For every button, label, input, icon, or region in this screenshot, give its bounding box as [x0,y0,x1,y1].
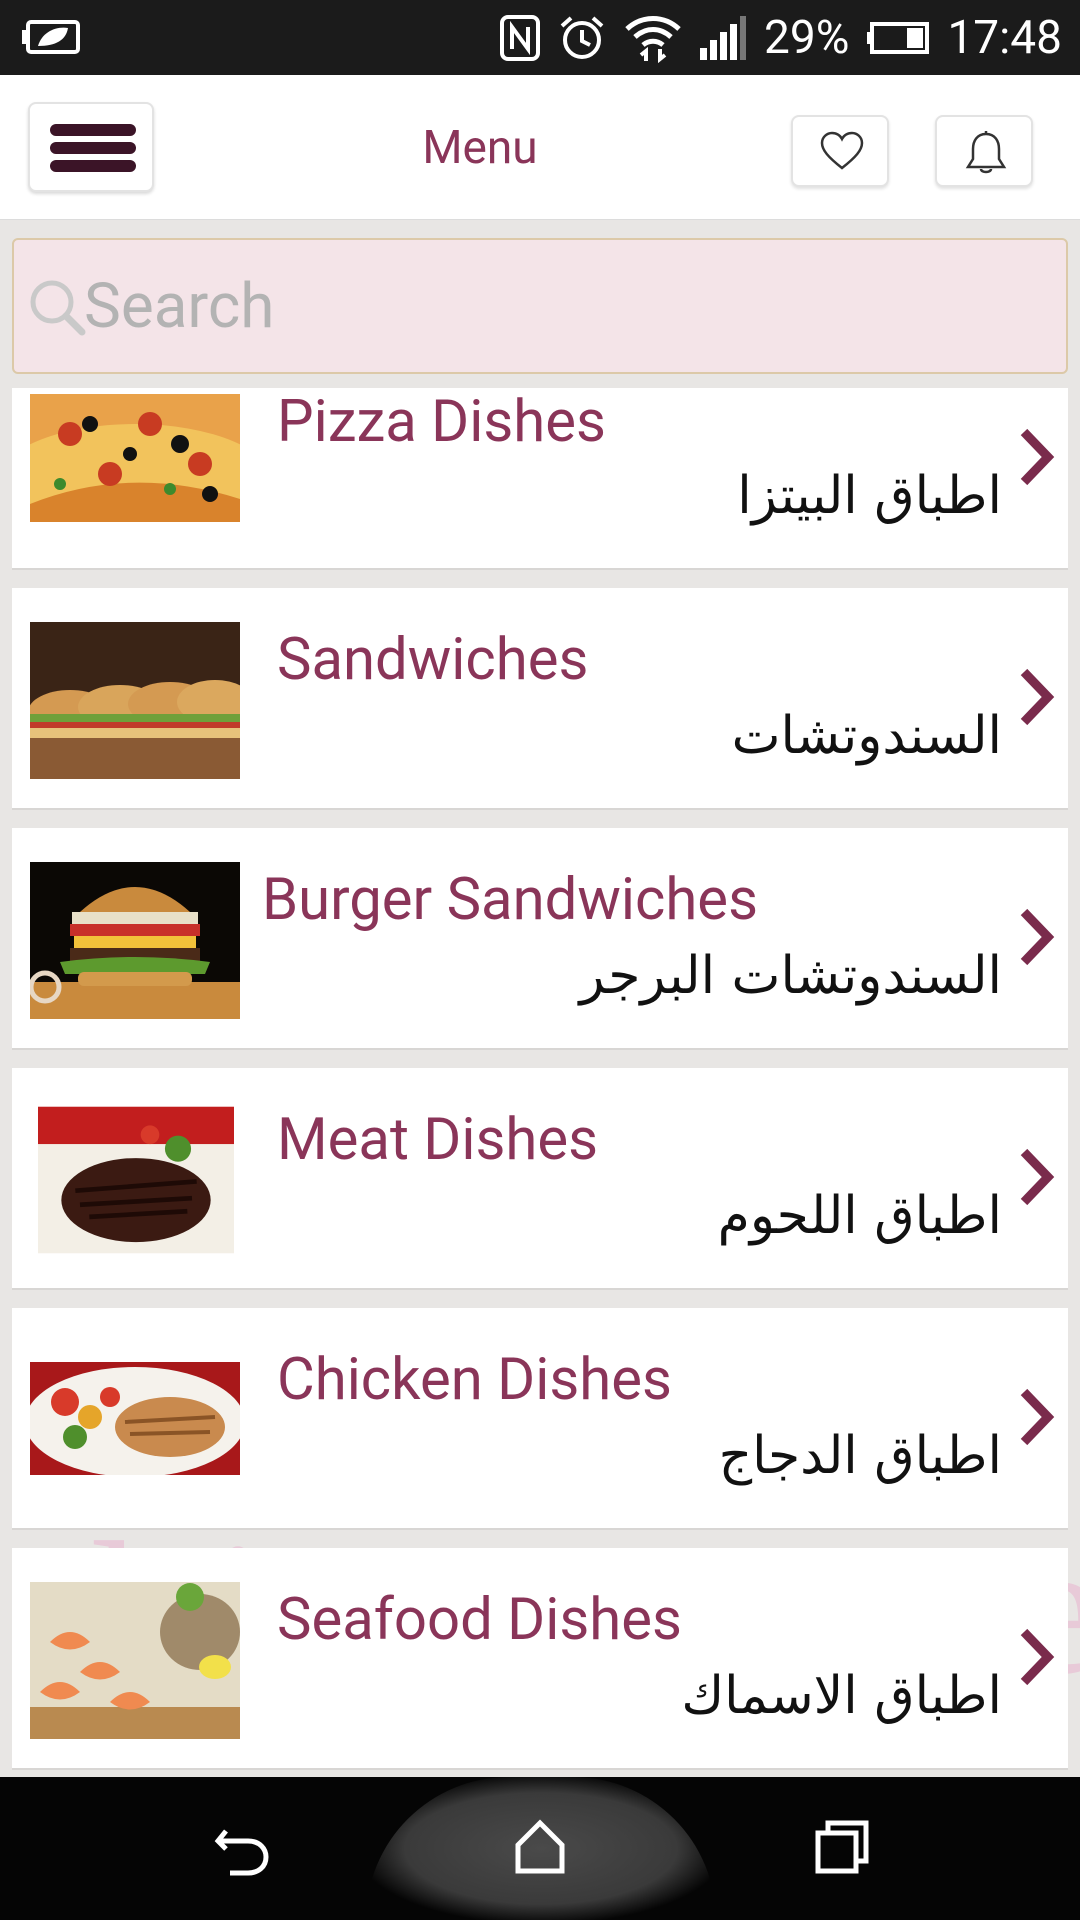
bell-icon [965,131,1007,174]
chevron-right-icon [1020,908,1055,966]
nfc-icon [500,14,541,61]
category-title-ar: السندوتشات [731,706,1002,766]
heart-icon [820,131,864,170]
category-title-ar: اطباق الاسماك [681,1666,1002,1726]
search-input[interactable] [84,264,984,348]
list-item-burger-sandwiches[interactable]: Burger Sandwiches السندوتشات البرجر [12,828,1068,1050]
chevron-right-icon [1020,1388,1055,1446]
chevron-right-icon [1020,428,1055,486]
recent-apps-button[interactable] [812,1817,872,1877]
category-title-en: Seafood Dishes [277,1586,682,1654]
category-title-en: Sandwiches [277,626,589,694]
notifications-button[interactable] [935,115,1033,187]
category-list: Pizza Dishes اطباق البيتزا Sandwiches ال… [12,388,1068,1777]
chevron-right-icon [1020,668,1055,726]
seafood-image [30,1582,240,1739]
signal-icon [700,15,747,60]
list-item-pizza-dishes[interactable]: Pizza Dishes اطباق البيتزا [12,388,1068,570]
category-title-en: Pizza Dishes [277,388,606,456]
pizza-image [30,394,240,522]
category-title-en: Burger Sandwiches [262,866,759,934]
battery-saver-icon [22,20,80,54]
category-title-ar: السندوتشات البرجر [579,946,1002,1006]
chevron-right-icon [1020,1628,1055,1686]
steak-image [38,1106,234,1254]
category-title-ar: اطباق اللحوم [717,1186,1002,1246]
category-title-ar: اطباق الدجاج [718,1426,1002,1486]
clock-time: 17:48 [947,10,1062,65]
app-header: Menu [0,75,1080,220]
back-button[interactable] [212,1817,272,1877]
wifi-icon [625,15,681,63]
search-bar[interactable] [12,238,1068,374]
category-title-en: Meat Dishes [277,1106,599,1174]
list-item-seafood-dishes[interactable]: Seafood Dishes اطباق الاسماك [12,1548,1068,1770]
content-area: ligmore Pizza Dishes اطباق البيتزا [0,220,1080,1777]
burger-image [30,862,240,1019]
alarm-icon [560,16,604,59]
category-title-en: Chicken Dishes [277,1346,672,1414]
list-item-meat-dishes[interactable]: Meat Dishes اطباق اللحوم [12,1068,1068,1290]
chevron-right-icon [1020,1148,1055,1206]
list-item-sandwiches[interactable]: Sandwiches السندوتشات [12,588,1068,810]
favorites-button[interactable] [791,115,889,187]
home-button[interactable] [510,1817,570,1877]
system-navigation-bar [0,1777,1080,1920]
status-bar: 29% 17:48 [0,0,1080,75]
search-icon [30,280,86,336]
sandwiches-image [30,622,240,779]
list-item-chicken-dishes[interactable]: Chicken Dishes اطباق الدجاج [12,1308,1068,1530]
category-title-ar: اطباق البيتزا [737,466,1002,526]
battery-percentage: 29% [764,10,850,65]
chicken-image [30,1362,240,1475]
battery-icon [867,21,930,54]
